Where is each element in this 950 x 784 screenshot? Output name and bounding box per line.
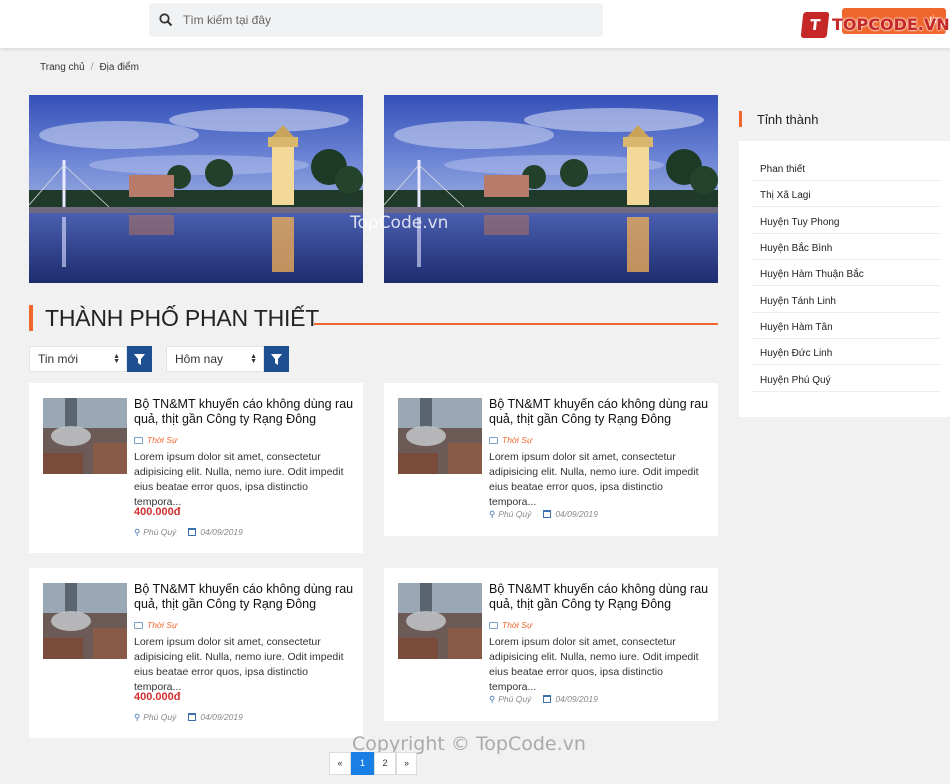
map-pin-icon: ⚲ [134, 712, 141, 722]
time-select[interactable]: Hôm nay ▲ ▼ [166, 346, 264, 372]
listing-date: 04/09/2019 [200, 712, 243, 722]
pagination-page-1[interactable]: 1 [351, 752, 374, 775]
section-title: THÀNH PHỐ PHAN THIẾT [45, 305, 320, 331]
sidebar-item-ham-thuan-bac[interactable]: Huyện Hàm Thuận Bắc [752, 260, 941, 286]
logo-text: TOPCODE.VN [832, 15, 950, 34]
calendar-icon [543, 510, 552, 518]
breadcrumb-separator: / [90, 62, 94, 73]
filter-icon [271, 354, 282, 365]
banner-image-1[interactable] [29, 95, 363, 283]
search-bar[interactable] [149, 3, 603, 37]
breadcrumb-home-link[interactable]: Trang chủ [40, 62, 85, 73]
banner-image-2[interactable] [384, 95, 718, 283]
top-header: tin T TOPCODE.VN [0, 0, 950, 48]
listing-title[interactable]: Bộ TN&MT khuyến cáo không dùng rau quả, … [134, 582, 356, 612]
listing-price: 400.000đ [134, 691, 181, 703]
keyboard-icon [489, 437, 498, 444]
banner-watermark: TopCode.vn [350, 213, 449, 233]
filter-button-time[interactable] [264, 346, 289, 372]
listing-title[interactable]: Bộ TN&MT khuyến cáo không dùng rau quả, … [134, 397, 356, 427]
listing-description: Lorem ipsum dolor sit amet, consectetur … [489, 636, 699, 693]
sidebar-item-duc-linh[interactable]: Huyện Đức Linh [752, 339, 941, 365]
filter-button-sort[interactable] [127, 346, 152, 372]
logo-mark-icon: T [800, 12, 830, 38]
keyboard-icon [489, 622, 498, 629]
listing-location: Phú Quý [143, 527, 177, 537]
sidebar-item-bac-binh[interactable]: Huyện Bắc Bình [752, 234, 941, 260]
sidebar-item-ham-tan[interactable]: Huyện Hàm Tân [752, 313, 941, 339]
select-caret-icon: ▲ ▼ [250, 353, 257, 365]
listing-meta: ⚲ Phú Quý 04/09/2019 [489, 509, 598, 520]
listing-thumbnail[interactable] [43, 398, 127, 474]
listing-thumbnail[interactable] [43, 583, 127, 659]
map-pin-icon: ⚲ [134, 527, 141, 537]
sidebar-item-thi-xa-lagi[interactable]: Thị Xã Lagi [752, 181, 941, 207]
keyboard-icon [134, 622, 143, 629]
breadcrumb-current: Địa điểm [99, 62, 139, 73]
listing-date: 04/09/2019 [555, 694, 598, 704]
listing-thumbnail[interactable] [398, 583, 482, 659]
listing-location: Phú Quý [498, 694, 532, 704]
listing-description: Lorem ipsum dolor sit amet, consectetur … [134, 636, 344, 693]
sort-select-value: Tin mới [38, 352, 79, 366]
listing-description: Lorem ipsum dolor sit amet, consectetur … [489, 451, 699, 508]
select-caret-icon: ▲ ▼ [113, 353, 120, 365]
search-input[interactable] [183, 3, 593, 37]
listing-title[interactable]: Bộ TN&MT khuyến cáo không dùng rau quả, … [489, 397, 711, 427]
listing-card[interactable]: Bộ TN&MT khuyến cáo không dùng rau quả, … [29, 568, 363, 738]
listing-category[interactable]: Thời Sự [489, 435, 532, 445]
listing-date: 04/09/2019 [555, 509, 598, 519]
sort-select[interactable]: Tin mới ▲ ▼ [29, 346, 127, 372]
listing-card[interactable]: Bộ TN&MT khuyến cáo không dùng rau quả, … [29, 383, 363, 553]
sidebar-item-phan-thiet[interactable]: Phan thiết [752, 155, 941, 181]
listing-price: 400.000đ [134, 506, 181, 518]
listing-meta: ⚲ Phú Quý 04/09/2019 [134, 712, 243, 723]
listing-category[interactable]: Thời Sự [134, 620, 177, 630]
topcode-logo: T TOPCODE.VN [800, 10, 950, 38]
listing-location: Phú Quý [498, 509, 532, 519]
pagination-prev[interactable]: « [329, 752, 351, 775]
sidebar-title-accent [739, 111, 742, 127]
search-icon[interactable] [159, 13, 173, 27]
sidebar-item-tanh-linh[interactable]: Huyện Tánh Linh [752, 287, 941, 313]
listing-category[interactable]: Thời Sự [489, 620, 532, 630]
keyboard-icon [134, 437, 143, 444]
map-pin-icon: ⚲ [489, 509, 496, 519]
listing-category[interactable]: Thời Sự [134, 435, 177, 445]
province-list: Phan thiết Thị Xã Lagi Huyện Tuy Phong H… [739, 141, 950, 417]
breadcrumb: Trang chủ / Địa điểm [40, 62, 139, 73]
listing-description: Lorem ipsum dolor sit amet, consectetur … [134, 451, 344, 508]
filter-icon [134, 354, 145, 365]
sidebar-item-tuy-phong[interactable]: Huyện Tuy Phong [752, 208, 941, 234]
listing-meta: ⚲ Phú Quý 04/09/2019 [134, 527, 243, 538]
sidebar-item-phu-quy[interactable]: Huyện Phú Quý [752, 366, 941, 392]
listing-title[interactable]: Bộ TN&MT khuyến cáo không dùng rau quả, … [489, 582, 711, 612]
pagination-next[interactable]: » [396, 752, 417, 775]
section-title-underline [314, 323, 718, 325]
calendar-icon [543, 695, 552, 703]
listing-meta: ⚲ Phú Quý 04/09/2019 [489, 694, 598, 705]
listing-thumbnail[interactable] [398, 398, 482, 474]
calendar-icon [188, 713, 197, 721]
listing-card[interactable]: Bộ TN&MT khuyến cáo không dùng rau quả, … [384, 383, 718, 536]
time-select-value: Hôm nay [175, 352, 224, 366]
sidebar-title: Tỉnh thành [757, 112, 819, 127]
listing-card[interactable]: Bộ TN&MT khuyến cáo không dùng rau quả, … [384, 568, 718, 721]
listing-date: 04/09/2019 [200, 527, 243, 537]
pagination-page-2[interactable]: 2 [374, 752, 396, 775]
calendar-icon [188, 528, 197, 536]
listing-location: Phú Quý [143, 712, 177, 722]
map-pin-icon: ⚲ [489, 694, 496, 704]
